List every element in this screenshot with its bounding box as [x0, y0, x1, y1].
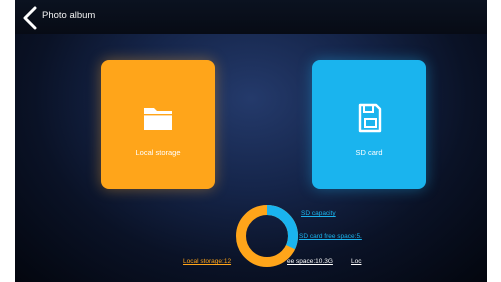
local-free-suffix-link[interactable]: Loc [351, 258, 361, 265]
local-free-space-link[interactable]: ee space:10.3G [287, 258, 333, 265]
back-arrow-icon[interactable] [21, 6, 41, 30]
folder-icon [144, 108, 172, 130]
sd-capacity-link[interactable]: SD capacity [301, 210, 336, 217]
sd-card-tile[interactable]: SD card [312, 60, 426, 189]
local-storage-link[interactable]: Local storage:12 [183, 258, 231, 265]
page-title: Photo album [42, 10, 96, 21]
sd-free-space-link[interactable]: SD card free space:5. [299, 233, 362, 240]
sd-card-icon [358, 103, 382, 133]
top-bar: Photo album [15, 0, 487, 34]
local-storage-tile[interactable]: Local storage [101, 60, 215, 189]
app-screen: Photo album Local storage SD card SD cap… [15, 0, 487, 282]
sd-card-label: SD card [355, 148, 383, 157]
local-storage-label: Local storage [135, 148, 181, 157]
